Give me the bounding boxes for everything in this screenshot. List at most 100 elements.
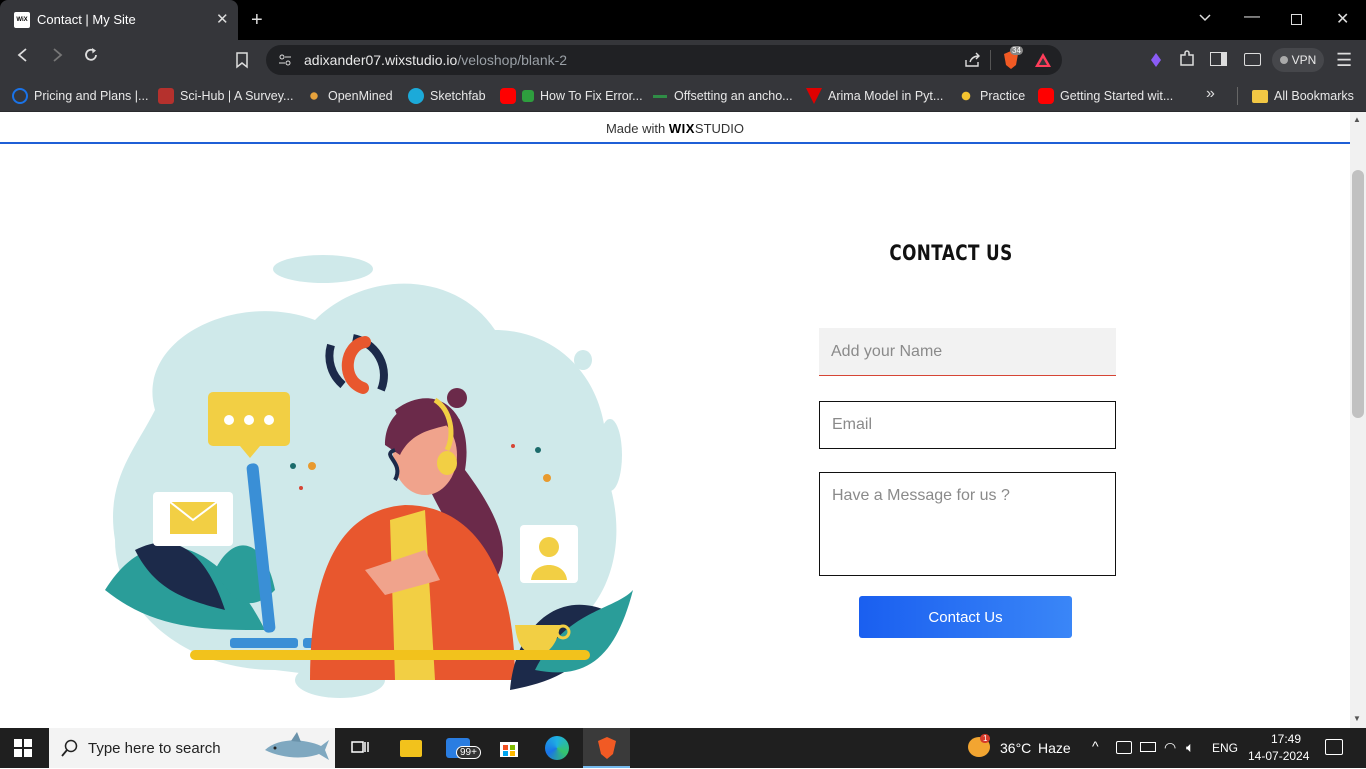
- bookmark-favicon-icon: [12, 88, 28, 104]
- bookmark-item[interactable]: How To Fix Error...: [500, 87, 643, 105]
- url-path: /veloshop/blank-2: [457, 52, 568, 68]
- url-host: adixander07.wixstudio.io: [304, 52, 458, 68]
- page-content: Made with WIXSTUDIO CONTACT US Add your …: [0, 112, 1350, 728]
- rocket-icon: [958, 88, 974, 104]
- bookmark-label: Arima Model in Pyt...: [828, 89, 944, 103]
- bookmark-item[interactable]: Sketchfab: [408, 87, 486, 105]
- bookmark-item[interactable]: Offsetting an ancho...: [652, 87, 793, 105]
- checkbox-icon: [522, 90, 534, 102]
- all-bookmarks-label: All Bookmarks: [1274, 89, 1354, 103]
- scrollbar-thumb[interactable]: [1352, 170, 1364, 418]
- bookmark-favicon-icon: [158, 88, 174, 104]
- brave-shields-icon[interactable]: 34: [1002, 46, 1023, 70]
- url-text: adixander07.wixstudio.io/veloshop/blank-…: [304, 52, 567, 68]
- minimize-icon[interactable]: —: [1244, 8, 1260, 26]
- window-close-icon[interactable]: ✕: [1336, 9, 1349, 29]
- search-icon: [61, 739, 79, 762]
- share-icon[interactable]: [964, 52, 982, 73]
- made-with-text: Made with: [605, 121, 666, 136]
- tab-close-icon[interactable]: ✕: [216, 10, 229, 28]
- mail-icon[interactable]: 99+: [446, 738, 481, 759]
- bookmark-icon[interactable]: [235, 52, 249, 74]
- bookmark-label: Getting Started wit...: [1060, 89, 1174, 103]
- bookmark-label: OpenMined: [328, 89, 393, 103]
- task-view-icon[interactable]: [350, 738, 370, 763]
- weather-alert-badge: 1: [980, 734, 991, 743]
- vpn-button[interactable]: VPN: [1272, 48, 1324, 72]
- vpn-label: VPN: [1291, 53, 1317, 67]
- scroll-down-arrow-icon[interactable]: ▼: [1353, 714, 1361, 723]
- bookmark-label: Sketchfab: [430, 89, 486, 103]
- bookmark-item[interactable]: Sci-Hub | A Survey...: [158, 87, 293, 105]
- bookmark-label: Practice: [980, 89, 1026, 103]
- bookmark-item[interactable]: Arima Model in Pyt...: [806, 87, 943, 105]
- studio-brand: STUDIO: [694, 121, 745, 136]
- bookmarks-bar: Pricing and Plans |... Sci-Hub | A Surve…: [0, 80, 1366, 112]
- bookmark-item[interactable]: Practice: [958, 87, 1025, 105]
- address-bar[interactable]: adixander07.wixstudio.io/veloshop/blank-…: [266, 45, 1062, 75]
- name-input[interactable]: [819, 328, 1116, 376]
- bookmark-favicon-icon: [408, 88, 424, 104]
- clock-time[interactable]: 17:49: [1262, 732, 1310, 746]
- site-settings-icon[interactable]: [278, 53, 292, 72]
- brave-rewards-icon[interactable]: [1034, 52, 1052, 73]
- browser-titlebar: WiX Contact | My Site ✕ + — ✕: [0, 0, 1366, 40]
- weather-temp[interactable]: 36°C: [1000, 740, 1031, 756]
- bookmark-item[interactable]: OpenMined: [306, 87, 393, 105]
- search-highlight-shark-icon: [263, 732, 331, 769]
- windows-start-icon[interactable]: [14, 739, 32, 762]
- browser-tab-active[interactable]: WiX Contact | My Site ✕: [0, 0, 238, 40]
- contact-us-button[interactable]: Contact Us: [859, 596, 1072, 638]
- extensions-icon[interactable]: [1178, 50, 1196, 73]
- store-icon[interactable]: [499, 738, 519, 763]
- wix-brand: WIX: [668, 121, 695, 136]
- customer-support-illustration: [105, 255, 633, 698]
- bookmark-label: How To Fix Error...: [540, 89, 643, 103]
- forward-icon[interactable]: [48, 46, 66, 70]
- bookmark-item[interactable]: Pricing and Plans |...: [12, 87, 148, 105]
- edge-icon[interactable]: [545, 736, 569, 760]
- new-tab-icon[interactable]: +: [251, 9, 263, 32]
- scroll-up-arrow-icon[interactable]: ▲: [1353, 115, 1361, 124]
- bookmark-favicon-icon: [806, 88, 822, 104]
- bookmark-label: Pricing and Plans |...: [34, 89, 149, 103]
- volume-icon[interactable]: 🔈︎: [1186, 739, 1194, 756]
- weather-icon[interactable]: 1: [968, 734, 991, 757]
- message-textarea[interactable]: [819, 472, 1116, 576]
- email-input[interactable]: [819, 401, 1116, 449]
- battery-icon[interactable]: [1140, 742, 1156, 752]
- tray-overflow-chevron-icon[interactable]: ^: [1092, 738, 1099, 754]
- tab-title: Contact | My Site: [37, 12, 136, 27]
- language-indicator[interactable]: ENG: [1212, 741, 1238, 755]
- brave-taskbar-button[interactable]: [583, 728, 630, 768]
- made-with-wix-banner[interactable]: Made with WIXSTUDIO: [0, 112, 1350, 144]
- meet-now-icon[interactable]: [1116, 741, 1132, 754]
- notification-center-icon[interactable]: [1325, 739, 1343, 755]
- restore-icon[interactable]: [1291, 14, 1302, 25]
- contact-title: CONTACT US: [889, 241, 1013, 265]
- tab-search-chevron-icon[interactable]: [1198, 10, 1212, 29]
- folder-icon: [1252, 89, 1268, 103]
- wix-favicon-icon: WiX: [14, 12, 30, 28]
- more-bookmarks-chevron-icon[interactable]: »: [1206, 85, 1215, 103]
- all-bookmarks-button[interactable]: All Bookmarks: [1252, 87, 1354, 105]
- mail-badge: 99+: [456, 746, 481, 759]
- reload-icon[interactable]: [82, 46, 100, 70]
- bookmark-favicon-icon: [306, 88, 322, 104]
- wifi-icon[interactable]: ◠: [1164, 739, 1176, 756]
- wallet-icon[interactable]: [1244, 53, 1261, 66]
- geeksforgeeks-icon: [652, 88, 668, 104]
- weather-desc[interactable]: Haze: [1038, 740, 1071, 756]
- file-explorer-icon[interactable]: [400, 740, 422, 757]
- taskbar-search[interactable]: Type here to search: [49, 728, 335, 768]
- menu-icon[interactable]: ☰: [1336, 50, 1352, 71]
- sidebar-toggle-icon[interactable]: [1210, 52, 1227, 66]
- back-icon[interactable]: [14, 46, 32, 70]
- shields-badge: 34: [1010, 46, 1023, 55]
- youtube-icon: [1038, 88, 1054, 104]
- bookmark-item[interactable]: Getting Started wit...: [1038, 87, 1173, 105]
- vpn-status-icon: [1279, 56, 1288, 64]
- search-placeholder: Type here to search: [88, 740, 221, 757]
- clock-date[interactable]: 14-07-2024: [1248, 749, 1309, 763]
- brave-leo-icon[interactable]: [1148, 52, 1164, 73]
